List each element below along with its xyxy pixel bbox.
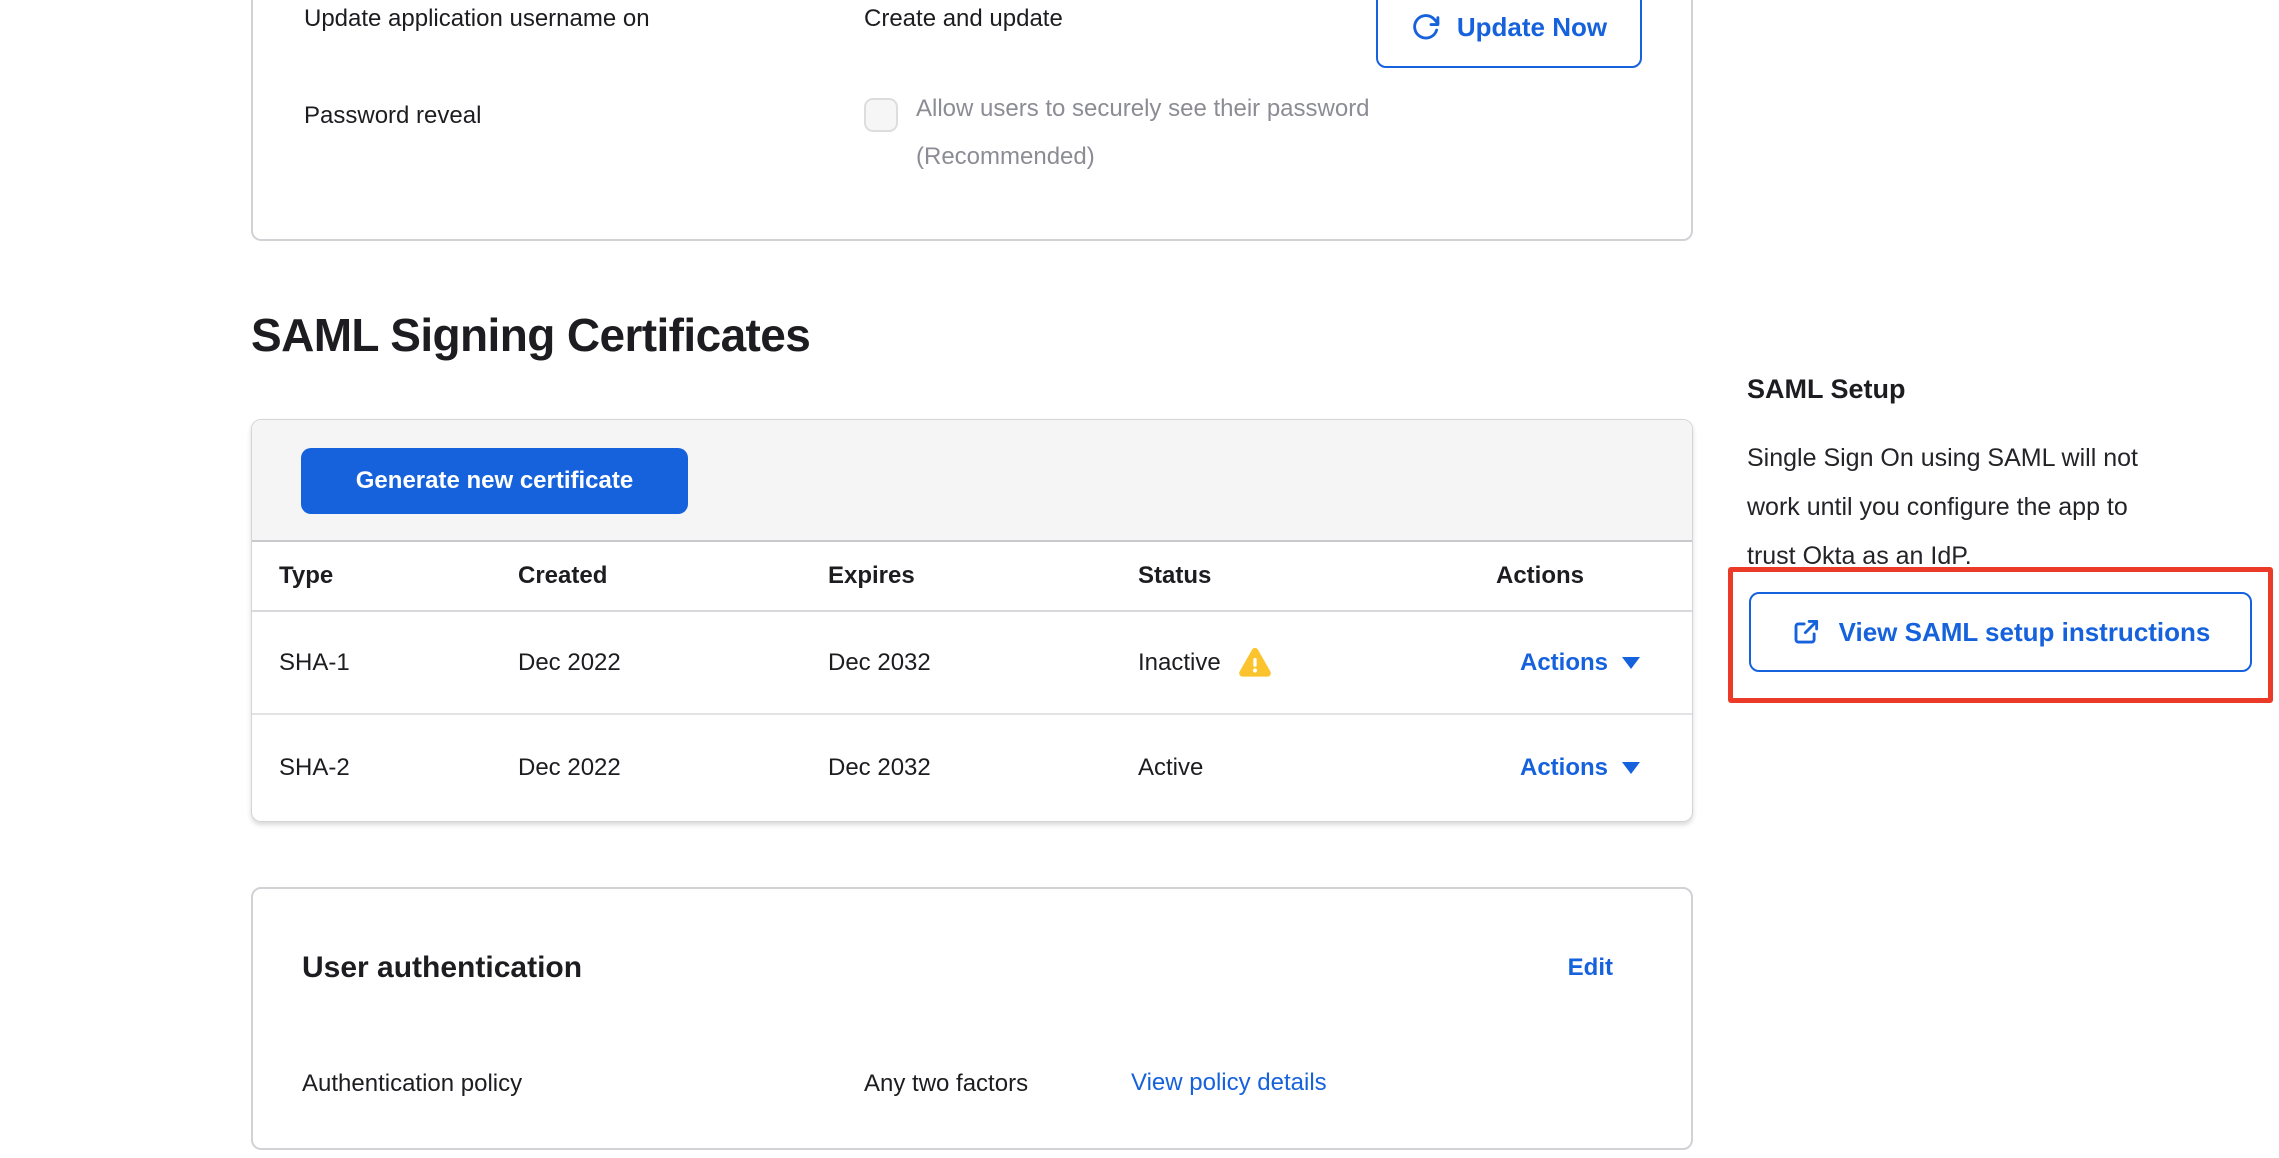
actions-dropdown[interactable]: Actions — [1520, 754, 1640, 782]
actions-dropdown[interactable]: Actions — [1520, 649, 1640, 677]
certificates-panel-header: Generate new certificate — [252, 420, 1692, 542]
update-now-button[interactable]: Update Now — [1376, 0, 1642, 68]
user-authentication-card: User authentication Edit Authentication … — [251, 887, 1693, 1150]
password-reveal-checkbox-label: Allow users to securely see their passwo… — [916, 85, 1370, 181]
chevron-down-icon — [1622, 762, 1640, 774]
column-header-expires: Expires — [828, 562, 1138, 590]
update-now-label: Update Now — [1457, 12, 1607, 43]
cert-type: SHA-1 — [279, 649, 518, 677]
view-policy-details-link[interactable]: View policy details — [1131, 1069, 1327, 1097]
table-row-sha2: SHA-2 Dec 2022 Dec 2032 Active Actions — [252, 715, 1692, 821]
cert-expires: Dec 2032 — [828, 649, 1138, 677]
cert-status: Active — [1138, 754, 1203, 782]
actions-dropdown-label: Actions — [1520, 754, 1608, 782]
certificates-table-header: Type Created Expires Status Actions — [252, 542, 1692, 612]
authentication-policy-label: Authentication policy — [302, 1069, 522, 1099]
warning-icon — [1237, 645, 1273, 681]
cert-expires: Dec 2032 — [828, 754, 1138, 782]
column-header-actions: Actions — [1448, 562, 1692, 590]
view-saml-setup-instructions-label: View SAML setup instructions — [1839, 617, 2211, 648]
actions-dropdown-label: Actions — [1520, 649, 1608, 677]
cert-type: SHA-2 — [279, 754, 518, 782]
authentication-policy-value: Any two factors — [864, 1069, 1028, 1099]
cert-status: Inactive — [1138, 649, 1221, 677]
generate-certificate-label: Generate new certificate — [356, 467, 633, 495]
view-saml-setup-instructions-button[interactable]: View SAML setup instructions — [1749, 592, 2252, 672]
update-username-value: Create and update — [864, 4, 1063, 34]
chevron-down-icon — [1622, 657, 1640, 669]
provisioning-settings-card: Update application username on Create an… — [251, 0, 1693, 241]
cert-created: Dec 2022 — [518, 649, 828, 677]
table-row-sha1: SHA-1 Dec 2022 Dec 2032 Inactive Actions — [252, 612, 1692, 715]
cert-created: Dec 2022 — [518, 754, 828, 782]
certificates-panel: Generate new certificate Type Created Ex… — [251, 419, 1693, 822]
refresh-icon — [1411, 12, 1441, 42]
external-link-icon — [1791, 617, 1821, 647]
page-title: SAML Signing Certificates — [251, 308, 810, 362]
update-username-label: Update application username on — [304, 4, 650, 34]
password-reveal-checkbox[interactable] — [864, 98, 898, 132]
column-header-created: Created — [518, 562, 828, 590]
column-header-type: Type — [279, 562, 518, 590]
generate-certificate-button[interactable]: Generate new certificate — [301, 448, 688, 514]
saml-setup-heading: SAML Setup — [1747, 374, 1906, 405]
saml-setup-description: Single Sign On using SAML will not work … — [1747, 434, 2279, 581]
edit-link[interactable]: Edit — [1568, 954, 1613, 982]
password-reveal-label: Password reveal — [304, 101, 481, 131]
column-header-status: Status — [1138, 562, 1448, 590]
user-authentication-title: User authentication — [302, 951, 582, 985]
